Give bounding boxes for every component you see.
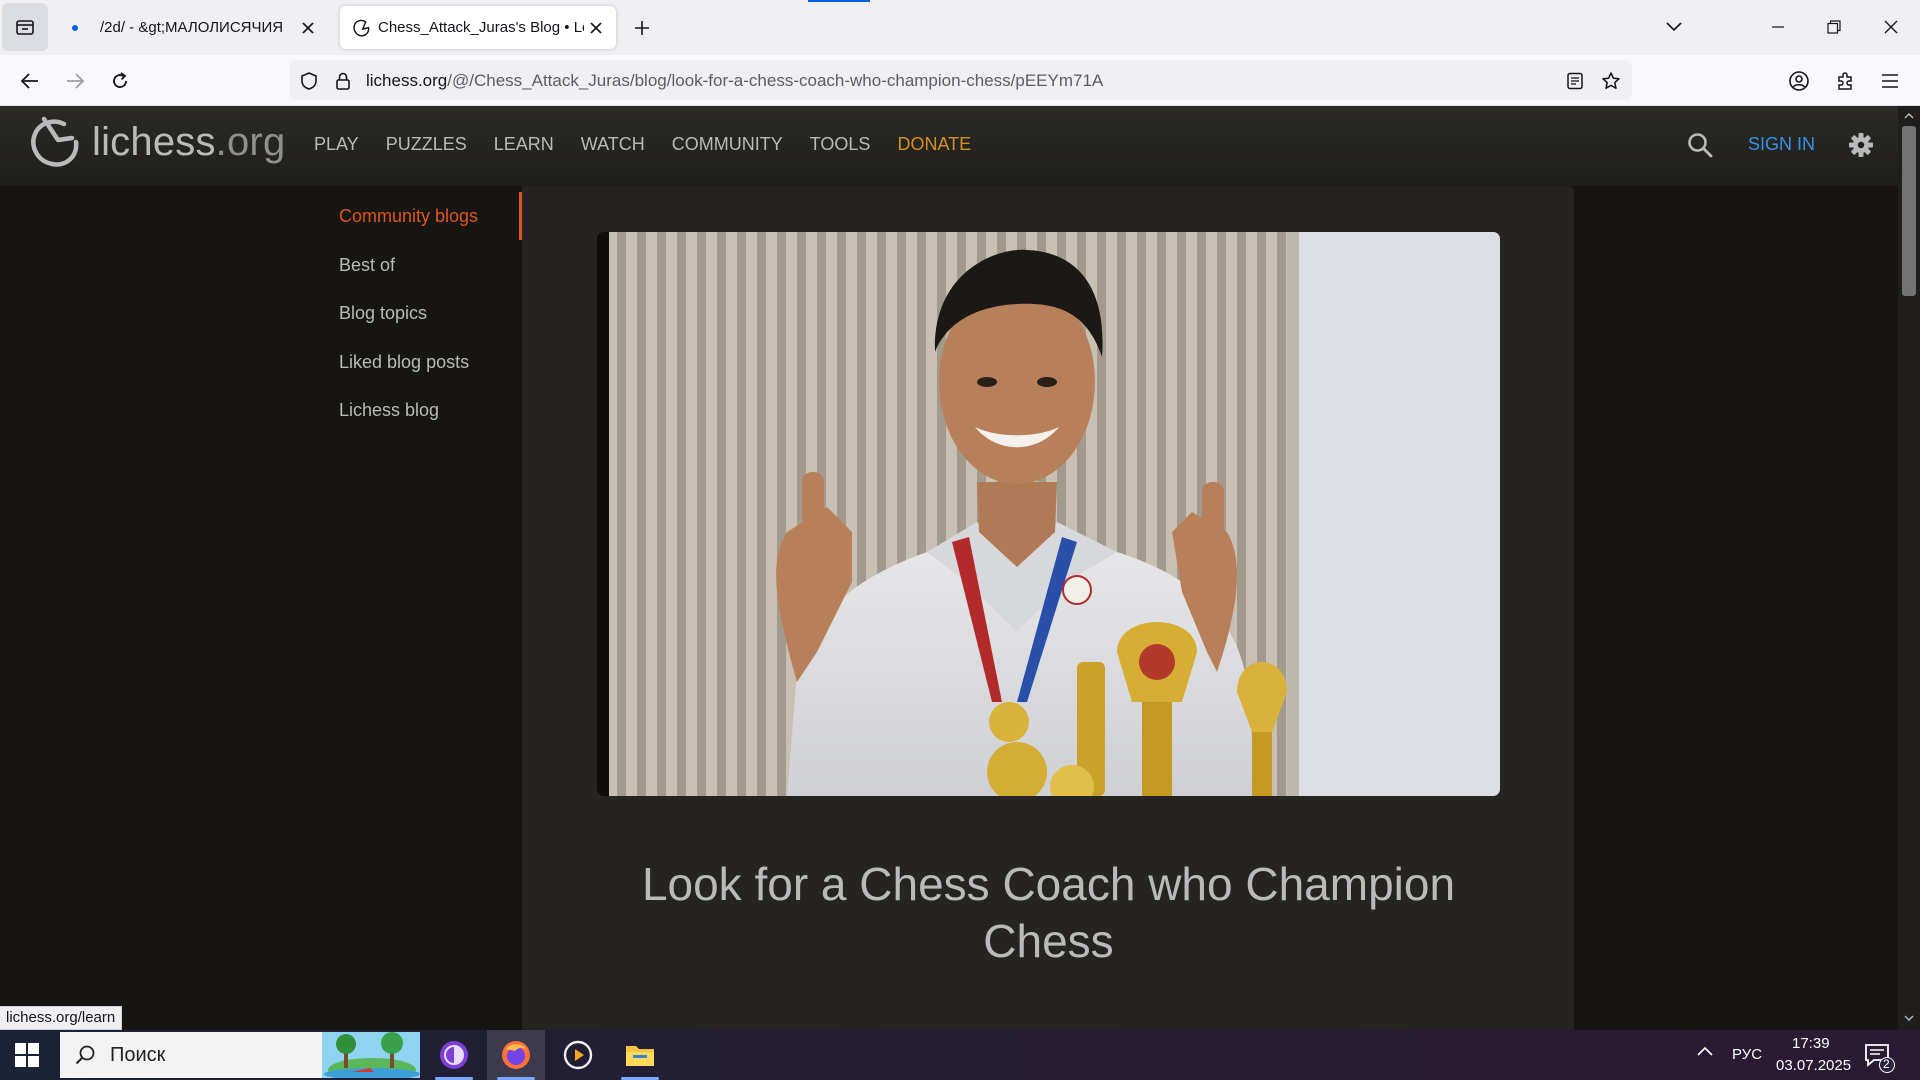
nav-community[interactable]: COMMUNITY <box>672 134 783 155</box>
tracking-shield-icon[interactable] <box>298 70 320 92</box>
tray-language[interactable]: РУС <box>1732 1046 1762 1063</box>
sidebar-item-community-blogs[interactable]: Community blogs <box>339 206 478 227</box>
browser-tab-bar: /2d/ - &gt;МАЛОЛИСЯЧИЯ Chess_Attack_Jura… <box>0 0 1920 55</box>
tor-browser-icon <box>440 1041 468 1069</box>
nav-puzzles[interactable]: PUZZLES <box>386 134 467 155</box>
tab-list-button[interactable] <box>2 3 48 51</box>
tab-title: /2d/ - &gt;МАЛОЛИСЯЧИЯ <box>100 19 284 36</box>
nav-play[interactable]: PLAY <box>314 134 359 155</box>
bookmark-star-icon[interactable] <box>1600 70 1622 92</box>
blog-post-hero-image <box>597 232 1500 796</box>
sidebar-item-liked-blog-posts[interactable]: Liked blog posts <box>339 352 469 373</box>
nav-tools[interactable]: TOOLS <box>810 134 871 155</box>
nav-watch[interactable]: WATCH <box>581 134 645 155</box>
sign-in-link[interactable]: SIGN IN <box>1748 134 1815 155</box>
blog-post-title: Look for a Chess Coach who Champion Ches… <box>641 858 1456 967</box>
hamburger-menu-icon <box>1882 74 1898 88</box>
app-menu-button[interactable] <box>1872 63 1908 99</box>
notification-chat-icon <box>1865 1044 1895 1073</box>
minimize-icon <box>1772 26 1784 28</box>
tab-close-icon[interactable] <box>584 16 608 40</box>
account-icon <box>1789 71 1809 91</box>
taskbar-app-firefox[interactable] <box>487 1030 545 1080</box>
tab-lichess-blog[interactable]: Chess_Attack_Juras's Blog • Look for a C… <box>340 6 616 49</box>
scroll-up-arrow-icon[interactable] <box>1902 110 1916 122</box>
page-scrollbar[interactable] <box>1898 106 1920 1030</box>
site-header: lichess.org PLAY PUZZLES LEARN WATCH COM… <box>0 106 1898 186</box>
sidebar-item-best-of[interactable]: Best of <box>339 255 395 276</box>
lock-icon[interactable] <box>332 70 354 92</box>
minimize-button[interactable] <box>1758 10 1798 44</box>
windows-start-icon[interactable] <box>12 1040 42 1070</box>
back-button[interactable] <box>12 63 48 99</box>
folder-icon <box>626 1046 654 1066</box>
taskbar-search-box[interactable]: Поиск <box>60 1032 420 1078</box>
tab-title: Chess_Attack_Juras's Blog • Look for a C… <box>378 19 584 36</box>
reader-view-icon[interactable] <box>1564 70 1586 92</box>
scrollbar-thumb[interactable] <box>1902 126 1916 296</box>
arrow-right-icon <box>67 73 85 89</box>
url-text[interactable]: lichess.org/@/Chess_Attack_Juras/blog/lo… <box>366 71 1103 91</box>
status-link-preview: lichess.org/learn <box>0 1006 123 1030</box>
chevron-down-icon <box>1666 22 1682 32</box>
site-logo[interactable]: lichess.org <box>28 116 285 168</box>
restore-icon <box>1827 20 1841 34</box>
url-bar[interactable]: lichess.org/@/Chess_Attack_Juras/blog/lo… <box>290 60 1632 100</box>
tray-date[interactable]: 03.07.2025 <box>1776 1057 1851 1074</box>
site-top-nav: PLAY PUZZLES LEARN WATCH COMMUNITY TOOLS… <box>314 134 998 155</box>
arrow-left-icon <box>20 73 38 89</box>
account-button[interactable] <box>1781 63 1817 99</box>
tab-close-icon[interactable] <box>296 16 320 40</box>
reload-button[interactable] <box>102 63 138 99</box>
taskbar-search-placeholder: Поиск <box>110 1044 166 1066</box>
sidebar-item-blog-topics[interactable]: Blog topics <box>339 303 427 324</box>
notification-center-button[interactable]: 2 <box>1862 1040 1896 1074</box>
search-icon <box>75 1045 95 1065</box>
restore-button[interactable] <box>1814 10 1854 44</box>
nav-learn[interactable]: LEARN <box>494 134 554 155</box>
gear-icon[interactable] <box>1846 130 1876 160</box>
chevron-up-icon <box>1697 1046 1713 1056</box>
plus-icon <box>635 21 649 35</box>
taskbar-app-media-player[interactable] <box>549 1030 607 1080</box>
lichess-favicon-icon <box>353 19 370 37</box>
nav-donate[interactable]: DONATE <box>897 134 971 155</box>
taskbar-app-tor[interactable] <box>425 1030 483 1080</box>
puzzle-piece-icon <box>1838 72 1852 90</box>
tab-list-icon <box>16 20 34 35</box>
close-icon <box>1884 20 1898 34</box>
windows-taskbar: Поиск РУС 17:39 03.07.2025 2 <box>0 1030 1920 1080</box>
web-page: lichess.org PLAY PUZZLES LEARN WATCH COM… <box>0 106 1898 1030</box>
tray-time[interactable]: 17:39 <box>1792 1035 1830 1052</box>
browser-nav-bar: lichess.org/@/Chess_Attack_Juras/blog/lo… <box>0 55 1920 106</box>
tray-show-hidden-icons[interactable] <box>1696 1044 1714 1062</box>
extensions-button[interactable] <box>1827 63 1863 99</box>
taskbar-app-file-explorer[interactable] <box>611 1030 669 1080</box>
site-logo-text: lichess.org <box>92 119 286 164</box>
tab-malolisiachia[interactable]: /2d/ - &gt;МАЛОЛИСЯЧИЯ <box>56 6 328 49</box>
search-highlight-island-icon <box>322 1032 420 1078</box>
scroll-down-arrow-icon[interactable] <box>1902 1012 1916 1024</box>
new-tab-button[interactable] <box>628 14 656 42</box>
tab-bar-accent <box>808 0 870 2</box>
close-window-button[interactable] <box>1871 10 1911 44</box>
reload-icon <box>113 72 127 88</box>
blog-post-content: Look for a Chess Coach who Champion Ches… <box>522 186 1574 1030</box>
forward-button[interactable] <box>57 63 93 99</box>
lichess-knight-logo-icon <box>31 116 79 167</box>
search-icon[interactable] <box>1685 130 1715 160</box>
list-all-tabs-button[interactable] <box>1654 10 1694 44</box>
tab-loading-dot-icon <box>72 24 78 31</box>
media-player-icon <box>563 1040 593 1070</box>
firefox-icon <box>502 1041 530 1069</box>
coach-photo-illustration <box>609 232 1500 796</box>
notification-count-badge: 2 <box>1883 1057 1890 1071</box>
sidebar-item-lichess-blog[interactable]: Lichess blog <box>339 400 439 421</box>
